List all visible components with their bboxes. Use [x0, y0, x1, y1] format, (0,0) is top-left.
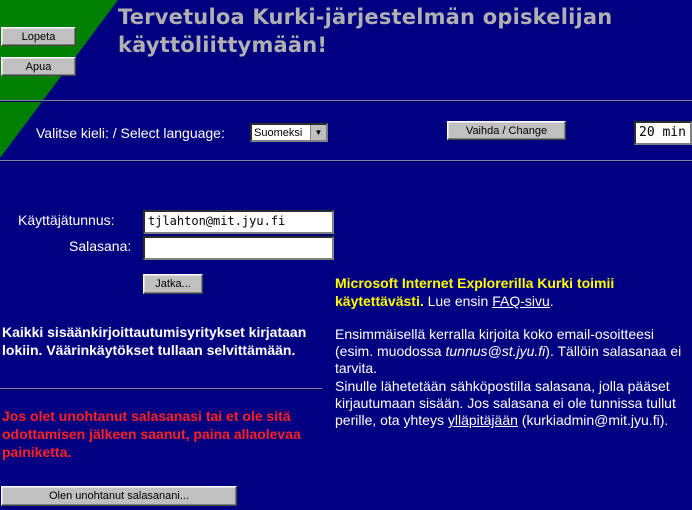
language-label: Valitse kieli: / Select language:	[36, 125, 225, 141]
logging-notice: Kaikki sisäänkirjoittautumisyritykset ki…	[2, 324, 307, 358]
page-title: Tervetuloa Kurki-järjestelmän opiskelija…	[118, 5, 613, 57]
username-input[interactable]: tjlahton@mit.jyu.fi	[143, 210, 334, 234]
forgot-password-button[interactable]: Olen unohtanut salasanani...	[1, 486, 237, 506]
language-select[interactable]: Suomeksi ▼	[250, 123, 328, 142]
username-label: Käyttäjätunnus:	[18, 212, 115, 228]
read-first-text: Lue ensin	[427, 293, 489, 309]
chevron-down-icon[interactable]: ▼	[310, 125, 326, 140]
password-input[interactable]	[143, 236, 334, 260]
divider-top	[0, 100, 692, 102]
help-button[interactable]: Apua	[1, 57, 76, 76]
divider-left	[0, 388, 322, 390]
first-time-instructions: Ensimmäisellä kerralla kirjoita koko ema…	[335, 326, 692, 377]
divider-middle	[0, 160, 692, 162]
faq-period: .	[549, 293, 554, 309]
password-email-info: Sinulle lähetetään sähköpostilla salasan…	[335, 378, 692, 429]
browser-notice: Microsoft Internet Explorerilla Kurki to…	[335, 274, 692, 310]
quit-button[interactable]: Lopeta	[1, 27, 76, 46]
change-language-button[interactable]: Vaihda / Change	[447, 121, 566, 140]
password-label: Salasana:	[69, 238, 132, 254]
faq-link[interactable]: FAQ-sivu	[492, 293, 550, 309]
session-timeout-field: 20 min	[634, 121, 692, 145]
email-format-example: tunnus@st.jyu.fi	[445, 343, 546, 359]
admin-link[interactable]: ylläpitäjään	[448, 412, 518, 428]
continue-button[interactable]: Jatka...	[143, 274, 203, 294]
forgot-password-notice: Jos olet unohtanut salasanasi tai et ole…	[2, 408, 301, 460]
language-selected-value: Suomeksi	[254, 126, 303, 139]
admin-email: (kurkiadmin@mit.jyu.fi).	[521, 412, 669, 428]
